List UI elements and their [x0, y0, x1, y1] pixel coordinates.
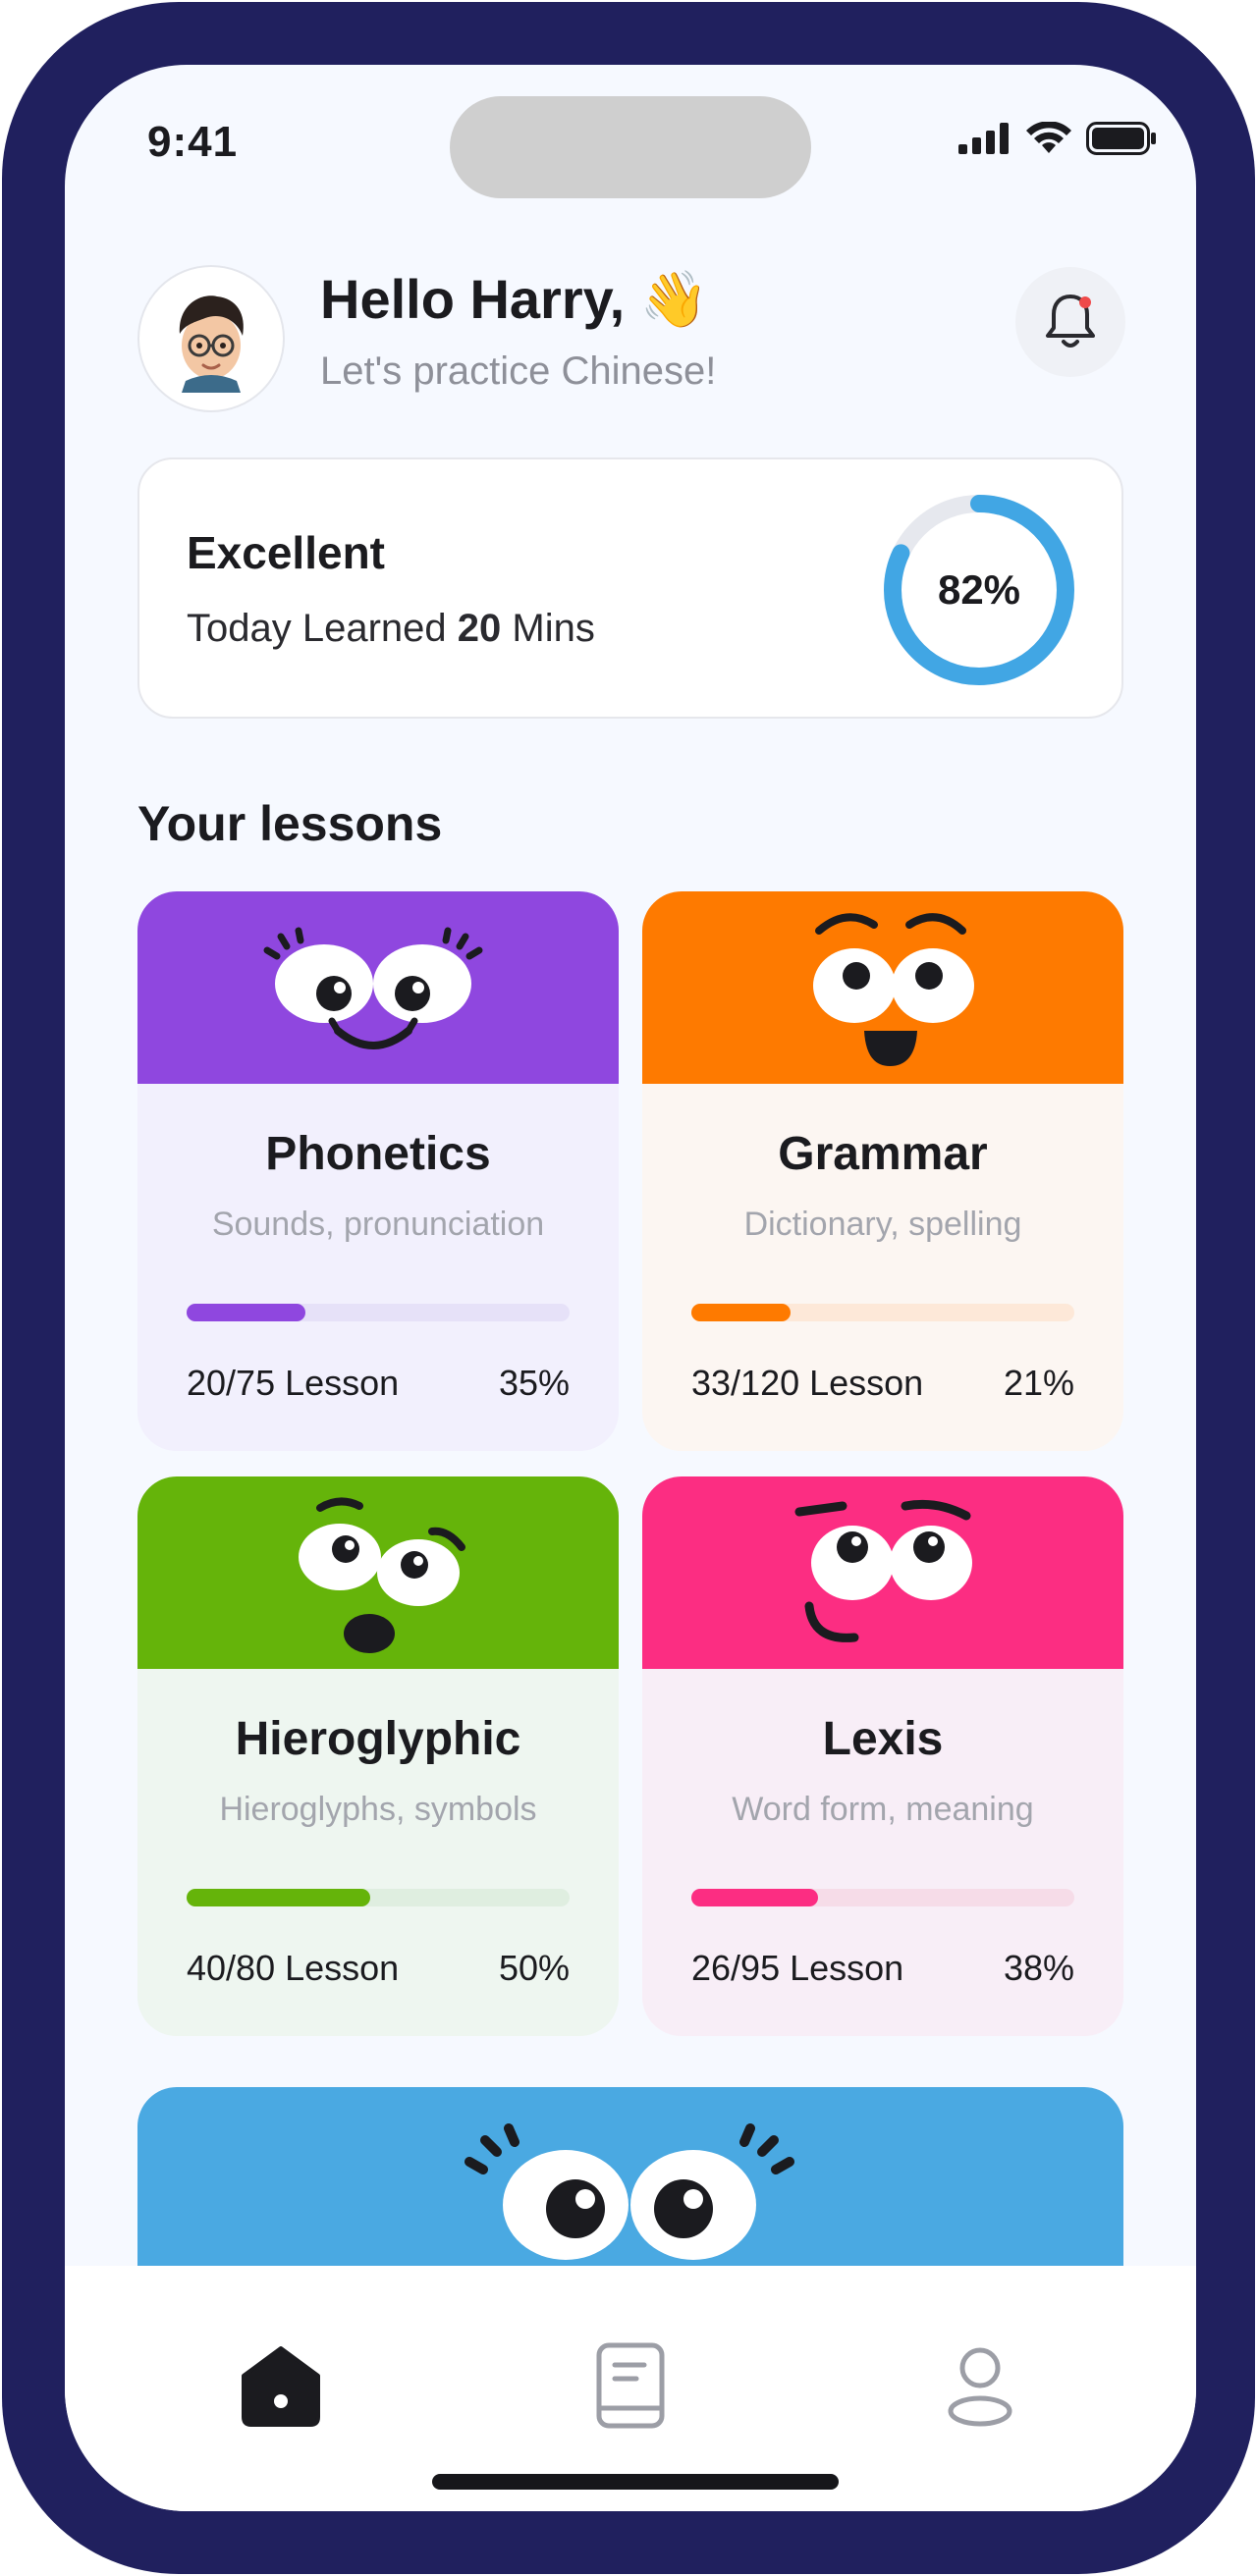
wifi-icon	[1026, 122, 1071, 153]
dynamic-island	[450, 96, 811, 198]
greeting: Hello Harry, 👋	[320, 267, 708, 332]
tab-lessons[interactable]	[581, 2336, 680, 2435]
tab-home[interactable]	[232, 2336, 330, 2435]
lesson-progress-fill	[691, 1889, 818, 1906]
lesson-percent: 50%	[498, 1948, 570, 1988]
lesson-name: Lexis	[822, 1713, 944, 1765]
lesson-card-grammar[interactable]: Grammar Dictionary, spelling 33/120 Less…	[642, 891, 1123, 1451]
lesson-progress-fill	[691, 1304, 792, 1321]
summary-line: Today Learned 20 Mins	[187, 607, 595, 651]
card-header	[137, 891, 619, 1084]
lesson-count: 26/95 Lesson	[691, 1948, 904, 1988]
lesson-card-phonetics[interactable]: Phonetics Sounds, pronunciation 20/75 Le…	[137, 891, 619, 1451]
card-header	[642, 891, 1123, 1084]
lesson-progress-fill	[187, 1304, 305, 1321]
lesson-name: Grammar	[778, 1128, 988, 1180]
notifications-button[interactable]	[1015, 267, 1125, 377]
surprised-face-icon	[299, 1497, 465, 1653]
waving-hand-icon: 👋	[639, 268, 709, 330]
avatar-memoji-icon	[179, 295, 244, 393]
lesson-percent: 35%	[498, 1363, 570, 1403]
lesson-progress-bar	[691, 1889, 1074, 1906]
lesson-description: Dictionary, spelling	[743, 1206, 1022, 1243]
app-screen: 9:41 Hello Harry, 👋 Let's practice Chine…	[65, 65, 1196, 2511]
lesson-description: Hieroglyphs, symbols	[219, 1791, 537, 1828]
status-time: 9:41	[147, 118, 239, 166]
home-indicator	[432, 2474, 839, 2490]
smiling-face-icon	[263, 927, 483, 1049]
lesson-progress-bar	[187, 1889, 570, 1906]
progress-percent: 82%	[937, 566, 1021, 613]
lesson-progress-fill	[187, 1889, 371, 1906]
book-icon	[596, 2342, 665, 2429]
summary-minutes: 20	[457, 607, 502, 650]
lesson-percent: 38%	[1003, 1948, 1074, 1988]
card-header	[137, 1476, 619, 1669]
user-icon	[948, 2347, 1012, 2427]
bell-icon	[1046, 295, 1095, 348]
lesson-card-lexis[interactable]: Lexis Word form, meaning 26/95 Lesson 38…	[642, 1476, 1123, 2036]
lesson-count: 33/120 Lesson	[691, 1363, 924, 1403]
summary-title: Excellent	[187, 527, 385, 578]
lesson-count: 20/75 Lesson	[187, 1363, 400, 1403]
greeting-subtitle: Let's practice Chinese!	[320, 349, 717, 393]
tab-profile[interactable]	[931, 2336, 1029, 2435]
lessons-heading: Your lessons	[137, 796, 443, 851]
greeting-text: Hello Harry,	[320, 268, 626, 330]
lesson-name: Hieroglyphic	[235, 1713, 521, 1765]
battery-icon	[1086, 122, 1156, 155]
lesson-progress-bar	[691, 1304, 1074, 1321]
daily-summary-card[interactable]: Excellent Today Learned 20 Mins 82%	[137, 457, 1123, 719]
lesson-description: Sounds, pronunciation	[211, 1206, 545, 1243]
home-icon	[242, 2346, 320, 2427]
lesson-count: 40/80 Lesson	[187, 1948, 400, 1988]
lesson-name: Phonetics	[265, 1128, 491, 1180]
phone-frame: 9:41 Hello Harry, 👋 Let's practice Chine…	[2, 2, 1255, 2574]
smirking-face-icon	[794, 1499, 972, 1642]
lesson-percent: 21%	[1003, 1363, 1074, 1403]
avatar[interactable]	[137, 265, 285, 412]
summary-prefix: Today Learned	[187, 607, 447, 650]
lesson-progress-bar	[187, 1304, 570, 1321]
card-header	[642, 1476, 1123, 1669]
lesson-card-hieroglyphic[interactable]: Hieroglyphic Hieroglyphs, symbols 40/80 …	[137, 1476, 619, 2036]
summary-suffix: Mins	[512, 607, 595, 650]
lesson-description: Word form, meaning	[732, 1791, 1034, 1828]
cellular-signal-icon	[958, 123, 1009, 154]
laughing-face-icon	[813, 913, 974, 1066]
status-icons	[958, 122, 1157, 155]
